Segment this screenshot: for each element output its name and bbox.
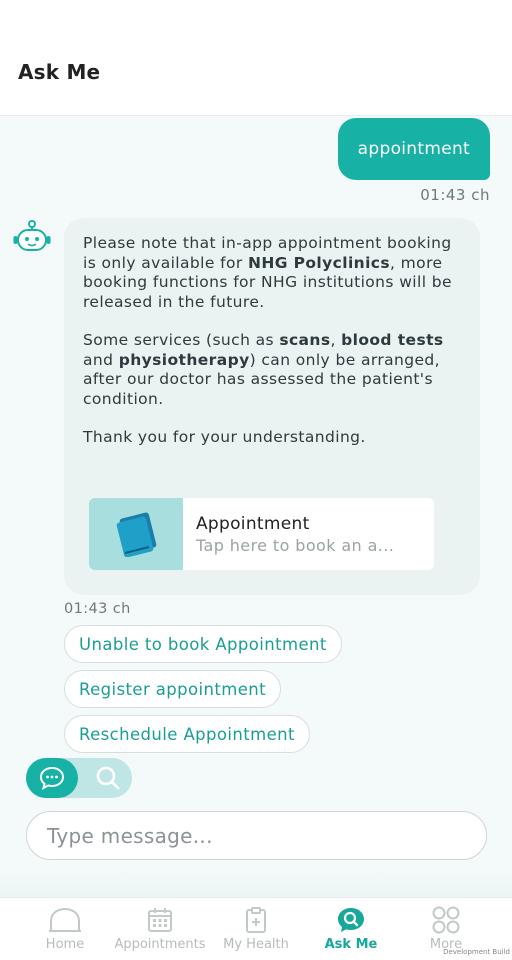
card-subtitle: Tap here to book an a... [196,536,395,555]
calendar-icon [148,908,172,932]
clipboard-icon [246,907,266,933]
chat-mode-button[interactable] [26,758,78,798]
home-icon [49,907,81,932]
chat-bubble-icon [39,766,65,790]
text-span: , [330,331,342,349]
bot-message-bubble: Please note that in-app appointment book… [64,218,480,595]
card-icon-area [89,498,183,570]
bot-message-time: 01:43 ch [64,601,131,617]
tab-appointments[interactable]: Appointments [110,898,210,960]
user-message-time: 01:43 ch [420,186,490,204]
tab-label: Ask Me [324,937,378,952]
bot-message-paragraph: Please note that in-app appointment book… [83,234,462,312]
message-input[interactable] [47,823,466,848]
tab-my-health[interactable]: My Health [218,898,294,960]
tab-home[interactable]: Home [40,898,90,960]
bold-text: NHG Polyclinics [247,253,391,272]
page-title: Ask Me [18,60,101,84]
build-watermark: Development Build [443,948,510,956]
quick-reply-reschedule[interactable]: Reschedule Appointment [64,715,310,753]
bold-text: blood tests [341,331,444,349]
bottom-tab-bar: Home Appointments My Health Ask Me More [0,897,512,960]
bold-text: scans [279,331,331,349]
message-input-container[interactable] [26,811,487,860]
header-bar: Ask Me [0,0,512,116]
search-mode-button[interactable] [88,758,128,798]
search-icon [96,766,120,790]
card-title: Appointment [196,514,310,534]
text-span: and [83,350,119,369]
user-message-bubble: appointment [337,118,490,180]
tab-label: My Health [223,937,289,952]
mode-toggle [26,758,132,798]
bot-message-paragraph: Some services (such as scans, blood test… [83,331,462,409]
quick-reply-register[interactable]: Register appointment [64,670,281,708]
text-span: Some services (such as [83,331,280,349]
quick-reply-unable-to-book[interactable]: Unable to book Appointment [64,625,342,663]
chat-search-icon [338,908,364,932]
tab-label: Appointments [114,937,206,952]
bold-text: physiotherapy [118,350,250,369]
tab-label: Home [45,937,85,952]
bot-avatar-icon [13,220,51,251]
grid-icon [432,906,460,934]
tab-ask-me[interactable]: Ask Me [320,898,382,960]
bot-message-paragraph: Thank you for your understanding. [83,428,366,446]
appointment-card[interactable]: Appointment Tap here to book an a... [89,498,434,570]
user-message-text: appointment [357,139,470,159]
book-icon [116,512,157,557]
input-area-backdrop [0,870,512,897]
